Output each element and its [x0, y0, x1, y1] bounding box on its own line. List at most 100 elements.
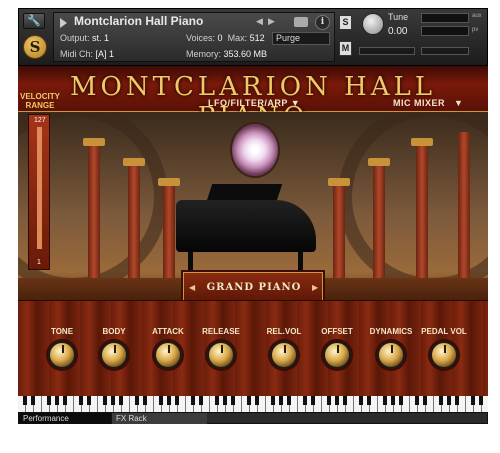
next-preset-icon[interactable]: ▶: [312, 283, 318, 292]
max-value[interactable]: 512: [250, 33, 265, 43]
knob-tone[interactable]: [48, 341, 76, 369]
black-key[interactable]: [23, 396, 27, 405]
black-key[interactable]: [327, 396, 331, 405]
knob-dynamics[interactable]: [377, 341, 405, 369]
black-key[interactable]: [255, 396, 259, 405]
pan-slider[interactable]: [359, 47, 415, 55]
info-button[interactable]: i: [315, 15, 330, 30]
black-key[interactable]: [335, 396, 339, 405]
black-key[interactable]: [215, 396, 219, 405]
black-key[interactable]: [479, 396, 483, 405]
black-key[interactable]: [55, 396, 59, 405]
volume-slider[interactable]: [421, 47, 469, 55]
black-key[interactable]: [343, 396, 347, 405]
control-label-body: BODY: [102, 327, 126, 336]
mute-button[interactable]: M: [339, 41, 352, 56]
tab-performance[interactable]: Performance: [19, 413, 111, 424]
pillar-capital: [123, 158, 145, 166]
instrument-gui: MONTCLARION HALL PIANO VELOCITY: [18, 66, 488, 412]
black-key[interactable]: [247, 396, 251, 405]
purge-dropdown[interactable]: Purge: [272, 32, 330, 45]
control-label-attack: ATTACK: [152, 327, 184, 336]
tune-knob[interactable]: [362, 13, 384, 35]
black-key[interactable]: [415, 396, 419, 405]
midi-label: Midi Ch:: [60, 49, 94, 59]
black-key[interactable]: [303, 396, 307, 405]
output-value[interactable]: st. 1: [92, 33, 109, 43]
midi-value[interactable]: [A] 1: [96, 49, 115, 59]
lfo-filter-arp-label: LFO/FILTER/ARP: [208, 98, 288, 108]
black-key[interactable]: [423, 396, 427, 405]
black-key[interactable]: [63, 396, 67, 405]
pillar: [373, 162, 385, 280]
instrument-header: 🔧 S Montclarion Hall Piano ◀ ▶ i Output:…: [18, 8, 488, 66]
black-key[interactable]: [135, 396, 139, 405]
previous-instrument-icon[interactable]: ◀: [256, 17, 263, 27]
velocity-range-label: VELOCITY RANGE: [20, 92, 61, 110]
knob-pedal-vol[interactable]: [430, 341, 458, 369]
black-key[interactable]: [111, 396, 115, 405]
wrench-icon[interactable]: 🔧: [23, 13, 45, 29]
black-key[interactable]: [223, 396, 227, 405]
next-instrument-icon[interactable]: ▶: [268, 17, 275, 27]
black-key[interactable]: [399, 396, 403, 405]
knob-offset[interactable]: [323, 341, 351, 369]
black-key[interactable]: [143, 396, 147, 405]
aux-label: aux: [472, 13, 482, 19]
knob-indicator: [114, 345, 116, 353]
black-key[interactable]: [87, 396, 91, 405]
knob-body[interactable]: [100, 341, 128, 369]
black-key[interactable]: [231, 396, 235, 405]
pillar-capital: [328, 178, 350, 186]
output-row[interactable]: Output: st. 1: [60, 33, 109, 43]
dropdown-arrow-icon: ▼: [454, 98, 464, 108]
kontakt-instrument-window: 🔧 S Montclarion Hall Piano ◀ ▶ i Output:…: [0, 0, 500, 453]
black-key[interactable]: [383, 396, 387, 405]
mic-mixer-menu[interactable]: MIC MIXER ▼: [393, 98, 463, 108]
knob-indicator: [62, 345, 64, 353]
black-key[interactable]: [391, 396, 395, 405]
mic-mixer-label: MIC MIXER: [393, 98, 446, 108]
black-key[interactable]: [31, 396, 35, 405]
black-key[interactable]: [439, 396, 443, 405]
black-key[interactable]: [287, 396, 291, 405]
control-label-pedal-vol: PEDAL VOL: [421, 327, 467, 336]
black-key[interactable]: [79, 396, 83, 405]
black-key[interactable]: [103, 396, 107, 405]
black-key[interactable]: [447, 396, 451, 405]
knob-rel-vol[interactable]: [270, 341, 298, 369]
black-key[interactable]: [279, 396, 283, 405]
velocity-range-slider[interactable]: 127 1: [28, 114, 50, 270]
black-key[interactable]: [359, 396, 363, 405]
black-key[interactable]: [47, 396, 51, 405]
lfo-filter-arp-menu[interactable]: LFO/FILTER/ARP ▼: [208, 98, 300, 108]
camera-icon[interactable]: [294, 17, 308, 27]
knob-indicator: [391, 345, 393, 353]
control-label-tone: TONE: [50, 327, 74, 336]
black-key[interactable]: [311, 396, 315, 405]
black-key[interactable]: [159, 396, 163, 405]
knob-release[interactable]: [207, 341, 235, 369]
solo-button[interactable]: S: [339, 15, 352, 30]
black-key[interactable]: [271, 396, 275, 405]
black-key[interactable]: [199, 396, 203, 405]
black-key[interactable]: [167, 396, 171, 405]
tab-fx-rack[interactable]: FX Rack: [111, 413, 207, 424]
black-key[interactable]: [119, 396, 123, 405]
level-meter-right: [421, 26, 469, 36]
pv-label: pv: [472, 27, 479, 33]
instrument-title[interactable]: Montclarion Hall Piano: [74, 14, 203, 28]
midi-row[interactable]: Midi Ch: [A] 1: [60, 49, 114, 59]
collapse-arrow-icon[interactable]: [60, 18, 67, 28]
control-label-rel-vol: REL.VOL: [266, 327, 302, 336]
black-key[interactable]: [471, 396, 475, 405]
black-key[interactable]: [455, 396, 459, 405]
velocity-range-track[interactable]: [37, 127, 42, 249]
black-key[interactable]: [367, 396, 371, 405]
black-key[interactable]: [175, 396, 179, 405]
bottom-tabs: Performance FX Rack: [18, 412, 488, 424]
instrument-logo: S: [23, 35, 47, 59]
knob-attack[interactable]: [154, 341, 182, 369]
black-key[interactable]: [191, 396, 195, 405]
control-label-release: RELEASE: [202, 327, 240, 336]
